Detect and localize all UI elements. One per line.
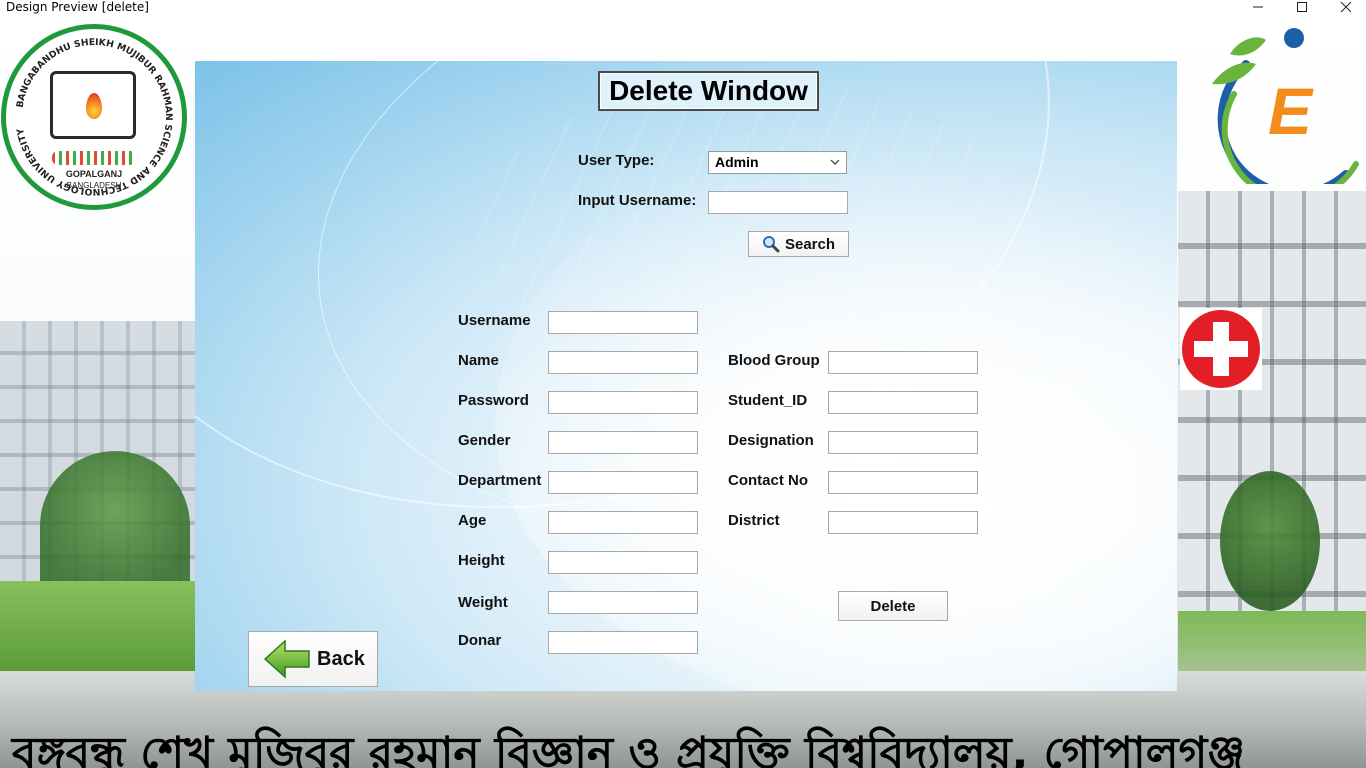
field-label: Gender: [458, 432, 511, 449]
form-input-designation[interactable]: [828, 431, 978, 454]
field-label: Department: [458, 472, 542, 489]
field-label: Height: [458, 552, 505, 569]
user-type-value: Admin: [715, 154, 759, 170]
field-label: Blood Group: [728, 352, 820, 369]
form-input-height[interactable]: [548, 551, 698, 574]
flame-icon: [86, 93, 102, 119]
form-input-age[interactable]: [548, 511, 698, 534]
form-input-blood-group[interactable]: [828, 351, 978, 374]
search-button[interactable]: Search: [748, 231, 849, 257]
search-username-input[interactable]: [708, 191, 848, 214]
chevron-down-icon: [830, 159, 840, 165]
close-icon: [1340, 1, 1352, 13]
field-label: Contact No: [728, 472, 808, 489]
form-input-gender[interactable]: [548, 431, 698, 454]
window-titlebar: Design Preview [delete]: [0, 0, 1366, 21]
minimize-button[interactable]: [1236, 0, 1280, 14]
form-input-username[interactable]: [548, 311, 698, 334]
user-type-label: User Type:: [578, 152, 655, 169]
university-city: GOPALGANJ: [65, 169, 123, 179]
search-icon: [762, 235, 780, 253]
close-button[interactable]: [1324, 0, 1366, 14]
minimize-icon: [1253, 6, 1263, 8]
field-label: Student_ID: [728, 392, 808, 409]
university-logo: BANGABANDHU SHEIKH MUJIBUR RAHMAN SCIENC…: [1, 24, 187, 210]
back-button-label: Back: [317, 647, 365, 670]
university-banner: বঙ্গবন্ধু শেখ মুজিবুর রহমান বিজ্ঞান ও প্…: [0, 724, 1366, 768]
form-input-department[interactable]: [548, 471, 698, 494]
search-button-label: Search: [784, 235, 836, 253]
form-input-password[interactable]: [548, 391, 698, 414]
form-input-name[interactable]: [548, 351, 698, 374]
app-logo-letter: E: [1268, 74, 1314, 148]
field-label: Donar: [458, 632, 502, 649]
maximize-icon: [1297, 2, 1307, 12]
field-label: Age: [458, 512, 487, 529]
delete-button[interactable]: Delete: [838, 591, 948, 621]
input-username-label: Input Username:: [578, 192, 697, 209]
field-label: Name: [458, 352, 499, 369]
form-input-donar[interactable]: [548, 631, 698, 654]
university-banner-text: বঙ্গবন্ধু শেখ মুজিবুর রহমান বিজ্ঞান ও প্…: [12, 728, 1245, 768]
form-input-district[interactable]: [828, 511, 978, 534]
field-label: Password: [458, 392, 529, 409]
tree-right: [1220, 471, 1320, 611]
left-arrow-icon: [263, 639, 311, 679]
field-label: Weight: [458, 594, 508, 611]
form-input-contact-no[interactable]: [828, 471, 978, 494]
medical-cross-icon: [1180, 308, 1262, 390]
field-label: Username: [458, 312, 531, 329]
grass-left: [0, 581, 200, 671]
form-input-student-id[interactable]: [828, 391, 978, 414]
back-button[interactable]: Back: [248, 631, 378, 687]
page-title: Delete Window: [598, 71, 819, 111]
user-type-select[interactable]: Admin: [708, 151, 847, 174]
form-input-weight[interactable]: [548, 591, 698, 614]
field-label: Designation: [728, 432, 814, 449]
app-logo: E: [1212, 28, 1359, 184]
tree-left: [40, 451, 190, 601]
dna-icon: [52, 151, 136, 165]
university-country: BANGLADESH: [66, 181, 122, 190]
maximize-button[interactable]: [1280, 0, 1324, 14]
field-label: District: [728, 512, 780, 529]
window-title: Design Preview [delete]: [6, 0, 149, 14]
